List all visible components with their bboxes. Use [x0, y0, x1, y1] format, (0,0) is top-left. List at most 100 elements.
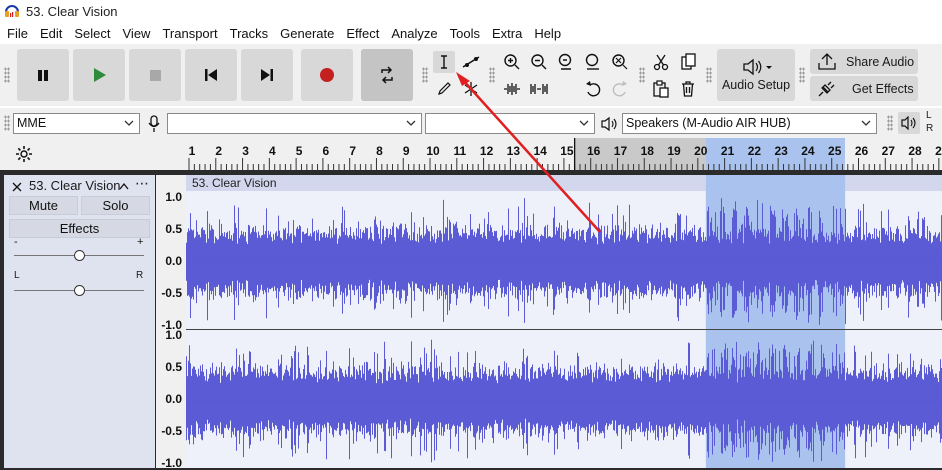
- pan-slider-thumb[interactable]: [74, 285, 85, 296]
- speaker-icon: [601, 116, 617, 132]
- playback-meter-button[interactable]: [898, 112, 920, 134]
- scale-label: -0.5: [161, 286, 182, 300]
- copy-button[interactable]: [677, 51, 699, 73]
- stop-button[interactable]: [129, 49, 181, 101]
- menu-effect[interactable]: Effect: [339, 26, 384, 41]
- share-audio-label: Share Audio: [846, 54, 915, 69]
- ruler-tick-label: 3: [242, 144, 249, 158]
- chevron-down-icon: [124, 120, 134, 126]
- i-beam-icon: [441, 55, 447, 69]
- record-button[interactable]: [301, 49, 353, 101]
- silence-audio-button[interactable]: [528, 78, 550, 100]
- recording-channels-select[interactable]: [425, 113, 595, 134]
- ruler-tick-label: 6: [322, 144, 330, 158]
- track-name[interactable]: 53. Clear Vision: [29, 178, 121, 193]
- loop-button[interactable]: [361, 49, 413, 101]
- audio-host-value: MME: [17, 116, 47, 130]
- redo-button[interactable]: [609, 78, 631, 100]
- scale-label: 0.5: [165, 222, 182, 236]
- zoom-out-button[interactable]: [528, 51, 550, 73]
- playback-device-select[interactable]: Speakers (M-Audio AIR HUB): [622, 113, 877, 134]
- title-bar: 53. Clear Vision: [0, 0, 942, 22]
- main-toolbar: Audio Setup Share Audio Get Effects: [0, 44, 942, 106]
- ruler-tick-label: 10: [426, 144, 440, 158]
- toolbar-grip[interactable]: [639, 67, 645, 83]
- toolbar-grip[interactable]: [4, 67, 10, 83]
- zoom-in-button[interactable]: [501, 51, 523, 73]
- menu-tracks[interactable]: Tracks: [223, 26, 274, 41]
- waveform[interactable]: [186, 175, 942, 468]
- audacity-headphones-icon: [4, 3, 20, 19]
- toolbar-grip[interactable]: [887, 115, 893, 131]
- menu-tools[interactable]: Tools: [443, 26, 485, 41]
- ruler-tick-label: 17: [613, 144, 628, 158]
- menu-view[interactable]: View: [116, 26, 156, 41]
- ruler-tick-label: 28: [908, 144, 922, 158]
- copy-icon: [681, 53, 696, 70]
- gain-min-label: -: [14, 236, 18, 248]
- close-icon[interactable]: [12, 182, 22, 192]
- loop-icon: [381, 66, 393, 84]
- toolbar-grip[interactable]: [706, 67, 712, 83]
- chevron-down-icon: [406, 120, 416, 126]
- skip-to-start-button[interactable]: [185, 49, 237, 101]
- track-area: 53. Clear Vision ⋯ Mute Solo Effects - +…: [0, 170, 942, 470]
- get-effects-button[interactable]: Get Effects: [810, 76, 918, 101]
- skip-to-end-button[interactable]: [241, 49, 293, 101]
- timeline-ruler[interactable]: 1 2 3 4 5 6 7 8 9 10 11 12 13 14 15 16 17 18 19 20 21 22 23 24 2…: [186, 138, 942, 170]
- chevron-down-icon: [579, 120, 589, 126]
- solo-button[interactable]: Solo: [81, 196, 150, 215]
- menu-file[interactable]: File: [0, 26, 33, 41]
- gear-icon[interactable]: [15, 145, 33, 163]
- selection-tool-button[interactable]: [433, 51, 455, 73]
- vertical-scale[interactable]: 1.0 0.5 0.0 -0.5 -1.0 1.0 0.5 0.0 -0.5 -1.0: [156, 175, 186, 470]
- recording-device-select[interactable]: [167, 113, 422, 134]
- ruler-tick-label: 24: [801, 144, 815, 158]
- fit-selection-button[interactable]: [555, 51, 577, 73]
- mute-button[interactable]: Mute: [9, 196, 78, 215]
- share-audio-button[interactable]: Share Audio: [810, 49, 918, 74]
- gain-slider-thumb[interactable]: [74, 250, 85, 261]
- cut-button[interactable]: [650, 51, 672, 73]
- toolbar-grip[interactable]: [422, 67, 428, 83]
- menu-transport[interactable]: Transport: [155, 26, 222, 41]
- audio-setup-button[interactable]: Audio Setup: [717, 49, 795, 101]
- track-menu-icon[interactable]: ⋯: [135, 175, 149, 192]
- effects-button[interactable]: Effects: [9, 219, 150, 238]
- pause-icon: [38, 70, 48, 81]
- menu-extra[interactable]: Extra: [485, 26, 527, 41]
- skip-end-icon: [261, 69, 273, 81]
- delete-button[interactable]: [677, 78, 699, 100]
- pan-right-label: R: [136, 270, 144, 281]
- undo-button[interactable]: [582, 78, 604, 100]
- menu-help[interactable]: Help: [527, 26, 566, 41]
- audio-setup-label: Audio Setup: [721, 78, 791, 92]
- scale-label: 0.0: [165, 392, 182, 406]
- pause-button[interactable]: [17, 49, 69, 101]
- skip-start-icon: [205, 69, 217, 81]
- chevron-up-icon[interactable]: [119, 182, 129, 190]
- paste-button[interactable]: [650, 78, 672, 100]
- envelope-tool-button[interactable]: [460, 51, 482, 73]
- menu-analyze[interactable]: Analyze: [384, 26, 442, 41]
- audio-clip[interactable]: 53. Clear Vision: [186, 175, 942, 468]
- play-button[interactable]: [73, 49, 125, 101]
- multi-tool-button[interactable]: [460, 78, 482, 100]
- toolbar-grip[interactable]: [4, 115, 10, 131]
- draw-tool-button[interactable]: [433, 78, 455, 100]
- toolbar-grip[interactable]: [799, 67, 805, 83]
- ruler-tick-label: 21: [720, 144, 735, 158]
- menu-select[interactable]: Select: [67, 26, 115, 41]
- scale-label: 1.0: [165, 190, 182, 204]
- ruler-tick-label: 27: [881, 144, 895, 158]
- audio-host-select[interactable]: MME: [13, 113, 140, 134]
- ruler-tick-label: 25: [828, 144, 842, 158]
- trim-audio-button[interactable]: [501, 78, 523, 100]
- zoom-toggle-button[interactable]: [609, 51, 631, 73]
- toolbar-grip[interactable]: [489, 67, 495, 83]
- scale-label: 1.0: [165, 328, 182, 342]
- fit-project-button[interactable]: [582, 51, 604, 73]
- menu-edit[interactable]: Edit: [33, 26, 67, 41]
- menu-generate[interactable]: Generate: [273, 26, 339, 41]
- silence-icon: [530, 84, 548, 94]
